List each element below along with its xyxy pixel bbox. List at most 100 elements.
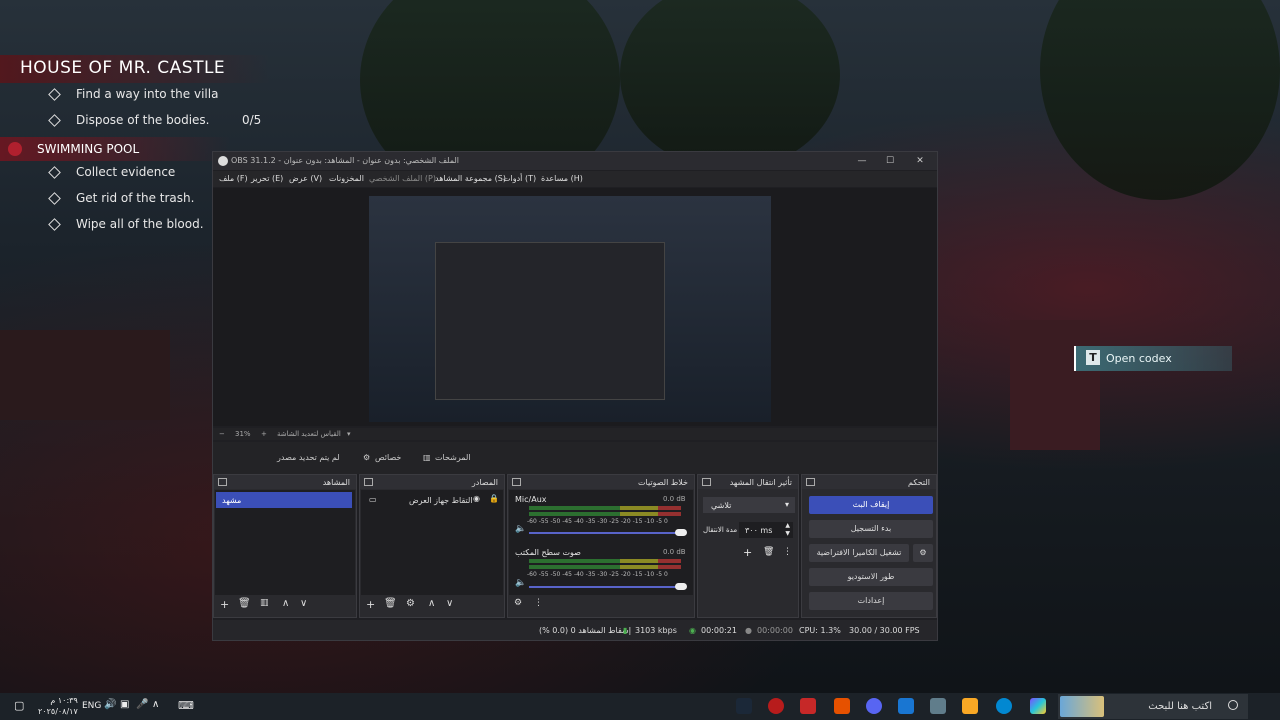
menu-file[interactable]: ملف (F) — [219, 174, 248, 183]
clock[interactable]: ١٠:٣٩ م ٢٠٢٥/٠٨/١٧ — [38, 695, 78, 722]
copilot-icon[interactable] — [1030, 698, 1046, 714]
game-app-icon[interactable] — [768, 698, 784, 714]
obs-window[interactable]: OBS 31.1.2 - الملف الشخصي: بدون عنوان - … — [212, 151, 938, 641]
edge-icon[interactable] — [996, 698, 1012, 714]
steam-icon[interactable] — [736, 698, 752, 714]
preview-area — [213, 188, 937, 426]
maximize-button[interactable]: ☐ — [877, 154, 903, 168]
language-indicator[interactable]: ENG — [82, 701, 101, 728]
ccleaner-icon[interactable] — [800, 698, 816, 714]
start-recording-button[interactable]: بدء التسجيل — [809, 520, 933, 538]
search-highlight-image — [1060, 696, 1104, 717]
transition-select[interactable]: تلاشي ▾ — [703, 497, 795, 513]
menu-edit[interactable]: تحرير (E) — [251, 174, 283, 183]
source-item[interactable]: ▭ التقاط جهاز العرض ◉ 🔒 — [363, 494, 501, 508]
popout-icon[interactable] — [702, 478, 711, 486]
more-options-icon[interactable]: ⋮ — [783, 547, 792, 557]
no-source-label: لم يتم تحديد مصدر — [277, 453, 340, 462]
controls-dock: التحكم إيقاف البث بدء التسجيل تشغيل الكا… — [801, 474, 937, 618]
more-options-icon[interactable]: ⋮ — [534, 598, 543, 608]
volume-icon[interactable]: 🔊 — [104, 699, 116, 726]
volume-slider[interactable] — [529, 532, 679, 534]
chevron-down-icon[interactable]: ▾ — [347, 430, 351, 438]
dock-footer: + 🗑 ⚙ ∧ ∨ — [360, 595, 504, 617]
window-titlebar[interactable]: OBS 31.1.2 - الملف الشخصي: بدون عنوان - … — [213, 152, 937, 170]
zoom-in-button[interactable]: + — [261, 430, 267, 438]
duration-label: مدة الانتقال — [703, 526, 738, 534]
diamond-icon — [48, 192, 61, 205]
trash-icon[interactable]: 🗑 — [384, 598, 397, 609]
studio-mode-button[interactable]: طور الاستوديو — [809, 568, 933, 586]
stop-streaming-button[interactable]: إيقاف البث — [809, 496, 933, 514]
popout-icon[interactable] — [218, 478, 227, 486]
diamond-icon — [48, 114, 61, 127]
taskbar-search[interactable]: اكتب هنا للبحث — [1058, 694, 1248, 719]
eye-icon[interactable]: ◉ — [473, 494, 480, 503]
file-explorer-icon[interactable] — [962, 698, 978, 714]
stream-status-icon: ◉ — [689, 626, 696, 635]
discord-icon[interactable] — [866, 698, 882, 714]
meter-ticks: -60 -55 -50 -45 -40 -35 -30 -25 -20 -15 … — [527, 518, 668, 525]
dock-footer: ⚙ ⋮ — [508, 595, 694, 617]
notification-icon[interactable]: ▢ — [14, 699, 24, 726]
advanced-audio-icon[interactable]: ⚙ — [514, 598, 522, 608]
move-down-icon[interactable]: ∨ — [446, 598, 453, 609]
filters-button[interactable]: المرشحات — [435, 453, 471, 462]
popout-icon[interactable] — [512, 478, 521, 486]
move-up-icon[interactable]: ∧ — [282, 598, 289, 609]
source-toolbar: لم يتم تحديد مصدر ⚙ خصائص ▥ المرشحات — [213, 442, 937, 474]
speaker-icon[interactable]: 🔈 — [515, 524, 526, 534]
audio-mixer-dock: خلاط الصوتيات Mic/Aux 0.0 dB -60 -55 -50… — [507, 474, 695, 618]
move-down-icon[interactable]: ∨ — [300, 598, 307, 609]
popout-icon[interactable] — [364, 478, 373, 486]
chevron-up-icon[interactable]: ∧ — [152, 699, 159, 726]
transitions-dock: تأثير انتقال المشهد تلاشي ▾ مدة الانتقال… — [697, 474, 799, 618]
keyboard-icon[interactable]: ⌨ — [178, 699, 194, 726]
zoom-mode[interactable]: القياس لتعديد الشاشة — [277, 430, 341, 438]
menu-view[interactable]: عرض (V) — [289, 174, 322, 183]
popout-icon[interactable] — [806, 478, 815, 486]
gear-icon[interactable]: ⚙ — [406, 598, 415, 609]
microphone-icon[interactable]: 🎤 — [136, 699, 148, 726]
dock-header: تأثير انتقال المشهد — [698, 475, 798, 489]
store-icon[interactable] — [930, 698, 946, 714]
duration-input[interactable]: ٣٠٠ ms ▲ ▼ — [739, 522, 793, 538]
diamond-icon — [48, 166, 61, 179]
codex-prompt[interactable]: T Open codex — [1074, 346, 1232, 371]
transitions-body: تلاشي ▾ مدة الانتقال ٣٠٠ ms ▲ ▼ + 🗑 ⋮ — [699, 490, 797, 595]
menu-scene-collection[interactable]: مجموعة المشاهد (S) — [435, 174, 506, 183]
lock-icon[interactable]: 🔒 — [489, 494, 499, 503]
network-icon[interactable]: ▣ — [120, 699, 129, 726]
menu-help[interactable]: مساعدة (H) — [541, 174, 583, 183]
move-up-icon[interactable]: ∧ — [428, 598, 435, 609]
speaker-icon[interactable]: 🔈 — [515, 578, 526, 588]
add-icon[interactable]: + — [743, 546, 752, 559]
scene-item[interactable]: مشهد — [216, 492, 352, 508]
slider-knob[interactable] — [675, 583, 687, 590]
add-icon[interactable]: + — [220, 598, 229, 611]
trash-icon[interactable]: 🗑 — [763, 547, 774, 557]
zoom-level: 31% — [235, 430, 251, 438]
add-icon[interactable]: + — [366, 598, 375, 611]
volume-slider[interactable] — [529, 586, 679, 588]
gear-icon: ⚙ — [363, 453, 371, 462]
minimize-button[interactable]: — — [849, 154, 875, 168]
close-button[interactable]: ✕ — [907, 154, 933, 168]
diamond-icon — [48, 88, 61, 101]
settings-button[interactable]: إعدادات — [809, 592, 933, 610]
zoom-out-button[interactable]: − — [219, 430, 225, 438]
properties-button[interactable]: خصائص — [375, 453, 401, 462]
outlook-icon[interactable] — [898, 698, 914, 714]
fps: 30.00 / 30.00 FPS — [849, 626, 920, 635]
trash-icon[interactable]: 🗑 — [238, 598, 251, 609]
menu-docks[interactable]: المخزونات — [329, 174, 364, 183]
gear-icon[interactable]: ⚙ — [913, 544, 933, 562]
menu-profile[interactable]: الملف الشخصي (P) — [369, 174, 436, 183]
menu-tools[interactable]: أدوات (T) — [503, 174, 536, 183]
search-placeholder: اكتب هنا للبحث — [1148, 701, 1212, 712]
app-a-icon[interactable] — [834, 698, 850, 714]
virtual-camera-button[interactable]: تشغيل الكاميرا الافتراضية — [809, 544, 909, 562]
slider-knob[interactable] — [675, 529, 687, 536]
scene-filters-icon[interactable]: ▥ — [260, 598, 269, 608]
stream-preview[interactable] — [369, 196, 771, 422]
